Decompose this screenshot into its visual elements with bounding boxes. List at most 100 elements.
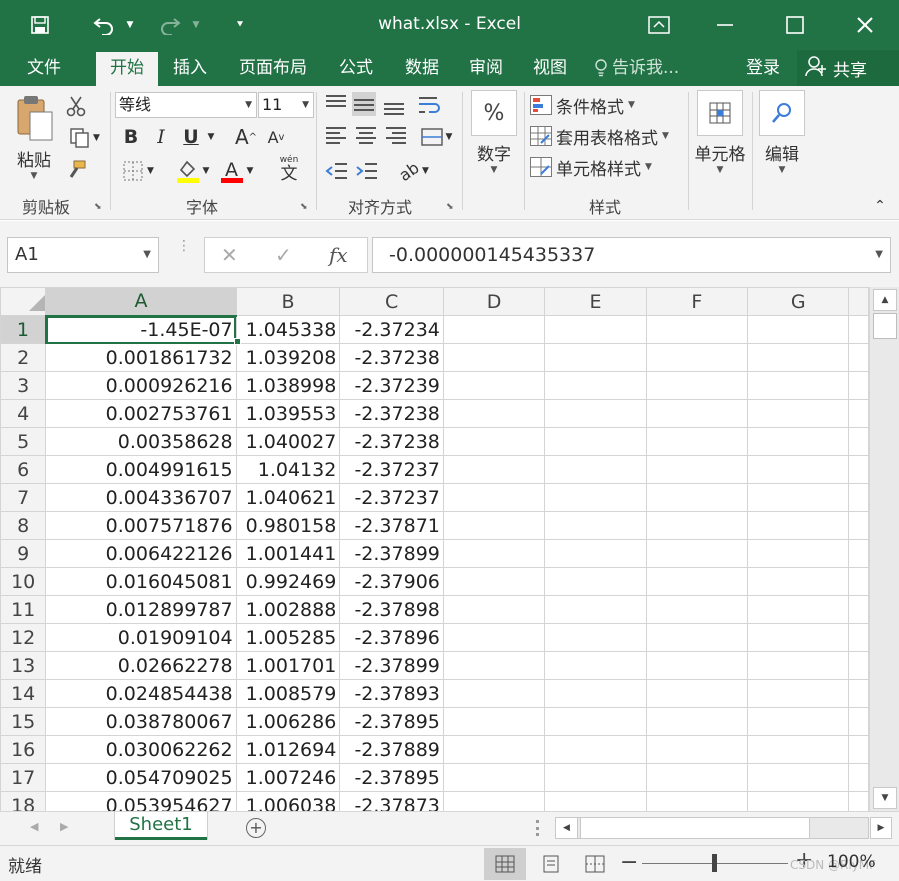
cell[interactable]: 0.038780067 bbox=[45, 707, 237, 736]
cell[interactable] bbox=[848, 315, 869, 344]
row-header[interactable]: 16 bbox=[0, 735, 47, 764]
column-header[interactable]: D bbox=[442, 287, 546, 316]
cell[interactable]: 1.005285 bbox=[235, 623, 341, 652]
cell[interactable] bbox=[746, 707, 850, 736]
cell[interactable]: -2.37895 bbox=[339, 707, 444, 736]
clipboard-launcher-icon[interactable]: ⬊ bbox=[94, 202, 102, 212]
bottom-align-icon[interactable] bbox=[382, 92, 406, 116]
cell[interactable]: 1.038998 bbox=[235, 371, 341, 400]
hscroll-thumb[interactable] bbox=[580, 818, 810, 838]
row-header[interactable]: 11 bbox=[0, 595, 47, 624]
tab-formulas[interactable]: 公式 bbox=[326, 50, 386, 86]
cell[interactable] bbox=[442, 511, 546, 540]
cell[interactable] bbox=[746, 763, 850, 792]
cell[interactable] bbox=[746, 623, 850, 652]
customize-qat-icon[interactable]: ⯆ bbox=[230, 8, 250, 42]
cell[interactable] bbox=[544, 679, 647, 708]
row-header[interactable]: 17 bbox=[0, 763, 47, 792]
sheet-prev-icon[interactable]: ◀ bbox=[30, 820, 38, 833]
font-name-select[interactable]: 等线 ▼ bbox=[115, 92, 257, 118]
column-header[interactable]: E bbox=[544, 287, 647, 316]
cell[interactable]: -2.37893 bbox=[339, 679, 444, 708]
cell[interactable] bbox=[848, 539, 869, 568]
cell[interactable] bbox=[544, 315, 647, 344]
column-header[interactable] bbox=[848, 287, 869, 316]
underline-dropdown-icon[interactable]: ▼ bbox=[204, 124, 218, 150]
paste-dropdown-icon[interactable]: ▼ bbox=[10, 171, 58, 181]
decrease-indent-icon[interactable] bbox=[324, 158, 350, 184]
cell[interactable] bbox=[746, 791, 850, 811]
conditional-formatting-button[interactable]: 条件格式 ▼ bbox=[530, 92, 635, 118]
font-size-select[interactable]: 11 ▼ bbox=[258, 92, 314, 118]
select-all-corner[interactable] bbox=[0, 287, 47, 316]
cell[interactable]: 1.001701 bbox=[235, 651, 341, 680]
drag-handle-icon[interactable]: ⋮ bbox=[177, 239, 191, 253]
cell[interactable] bbox=[746, 567, 850, 596]
worksheet-grid[interactable]: A B C D E F G 1 -1.45E-07 1.045338 -2.37234… bbox=[0, 287, 869, 811]
merge-center-button[interactable]: ▼ bbox=[414, 124, 458, 150]
cell[interactable] bbox=[544, 371, 647, 400]
scroll-down-icon[interactable]: ▼ bbox=[873, 787, 897, 809]
cell[interactable] bbox=[544, 427, 647, 456]
cell[interactable] bbox=[746, 315, 850, 344]
cell[interactable] bbox=[746, 735, 850, 764]
cell[interactable] bbox=[442, 455, 546, 484]
sheet-tab[interactable]: Sheet1 bbox=[115, 812, 207, 840]
cell[interactable] bbox=[848, 343, 869, 372]
font-launcher-icon[interactable]: ⬊ bbox=[300, 202, 308, 212]
cell[interactable] bbox=[442, 763, 546, 792]
cell[interactable] bbox=[442, 623, 546, 652]
cell[interactable]: 0.006422126 bbox=[45, 539, 237, 568]
tab-data[interactable]: 数据 bbox=[392, 50, 452, 86]
cell[interactable]: -2.37895 bbox=[339, 763, 444, 792]
cell[interactable] bbox=[848, 483, 869, 512]
cell[interactable]: 0.001861732 bbox=[45, 343, 237, 372]
increase-indent-icon[interactable] bbox=[354, 158, 380, 184]
row-header[interactable]: 5 bbox=[0, 427, 47, 456]
cell[interactable] bbox=[544, 483, 647, 512]
cell[interactable] bbox=[746, 399, 850, 428]
tab-split-handle[interactable] bbox=[536, 820, 539, 836]
cell-styles-button[interactable]: 单元格样式 ▼ bbox=[530, 154, 652, 180]
cell[interactable] bbox=[645, 399, 748, 428]
row-header[interactable]: 2 bbox=[0, 343, 47, 372]
tab-review[interactable]: 审阅 bbox=[456, 50, 516, 86]
cell[interactable] bbox=[848, 735, 869, 764]
cell[interactable]: 0.004336707 bbox=[45, 483, 237, 512]
redo-dropdown-icon[interactable]: ▼ bbox=[188, 8, 204, 42]
tab-view[interactable]: 视图 bbox=[520, 50, 580, 86]
cell[interactable]: 0.02662278 bbox=[45, 651, 237, 680]
format-as-table-button[interactable]: 套用表格格式 ▼ bbox=[530, 123, 669, 149]
cell[interactable] bbox=[848, 455, 869, 484]
cell[interactable]: 1.039553 bbox=[235, 399, 341, 428]
row-header[interactable]: 8 bbox=[0, 511, 47, 540]
add-sheet-icon[interactable]: + bbox=[246, 818, 266, 838]
cells-button[interactable]: 单元格 ▼ bbox=[692, 90, 748, 175]
format-painter-icon[interactable] bbox=[64, 158, 88, 182]
cell-table[interactable]: A B C D E F G 1 -1.45E-07 1.045338 -2.37234… bbox=[0, 287, 869, 811]
column-header[interactable]: F bbox=[645, 287, 748, 316]
vertical-scrollbar[interactable]: ▲ ▼ bbox=[869, 287, 899, 811]
editing-button[interactable]: 编辑 ▼ bbox=[756, 90, 808, 175]
cell[interactable] bbox=[645, 455, 748, 484]
cell[interactable]: 1.002888 bbox=[235, 595, 341, 624]
row-header[interactable]: 13 bbox=[0, 651, 47, 680]
cell[interactable] bbox=[746, 371, 850, 400]
cell[interactable]: -2.37896 bbox=[339, 623, 444, 652]
cell[interactable]: -2.37873 bbox=[339, 791, 444, 811]
cell[interactable]: 0.980158 bbox=[235, 511, 341, 540]
formula-input[interactable]: -0.000000145435337 ▼ bbox=[372, 237, 891, 273]
zoom-level[interactable]: 100% bbox=[827, 852, 876, 872]
cell[interactable] bbox=[442, 567, 546, 596]
row-header[interactable]: 14 bbox=[0, 679, 47, 708]
sheet-next-icon[interactable]: ▶ bbox=[60, 820, 68, 833]
cell[interactable] bbox=[442, 651, 546, 680]
horizontal-scrollbar[interactable]: ◀ ▶ bbox=[555, 817, 892, 839]
login-button[interactable]: 登录 bbox=[736, 50, 790, 86]
cell[interactable] bbox=[544, 343, 647, 372]
cell[interactable] bbox=[645, 539, 748, 568]
ribbon-display-options-icon[interactable] bbox=[626, 0, 692, 50]
cell[interactable] bbox=[645, 679, 748, 708]
cell[interactable] bbox=[442, 791, 546, 811]
cell[interactable] bbox=[645, 567, 748, 596]
